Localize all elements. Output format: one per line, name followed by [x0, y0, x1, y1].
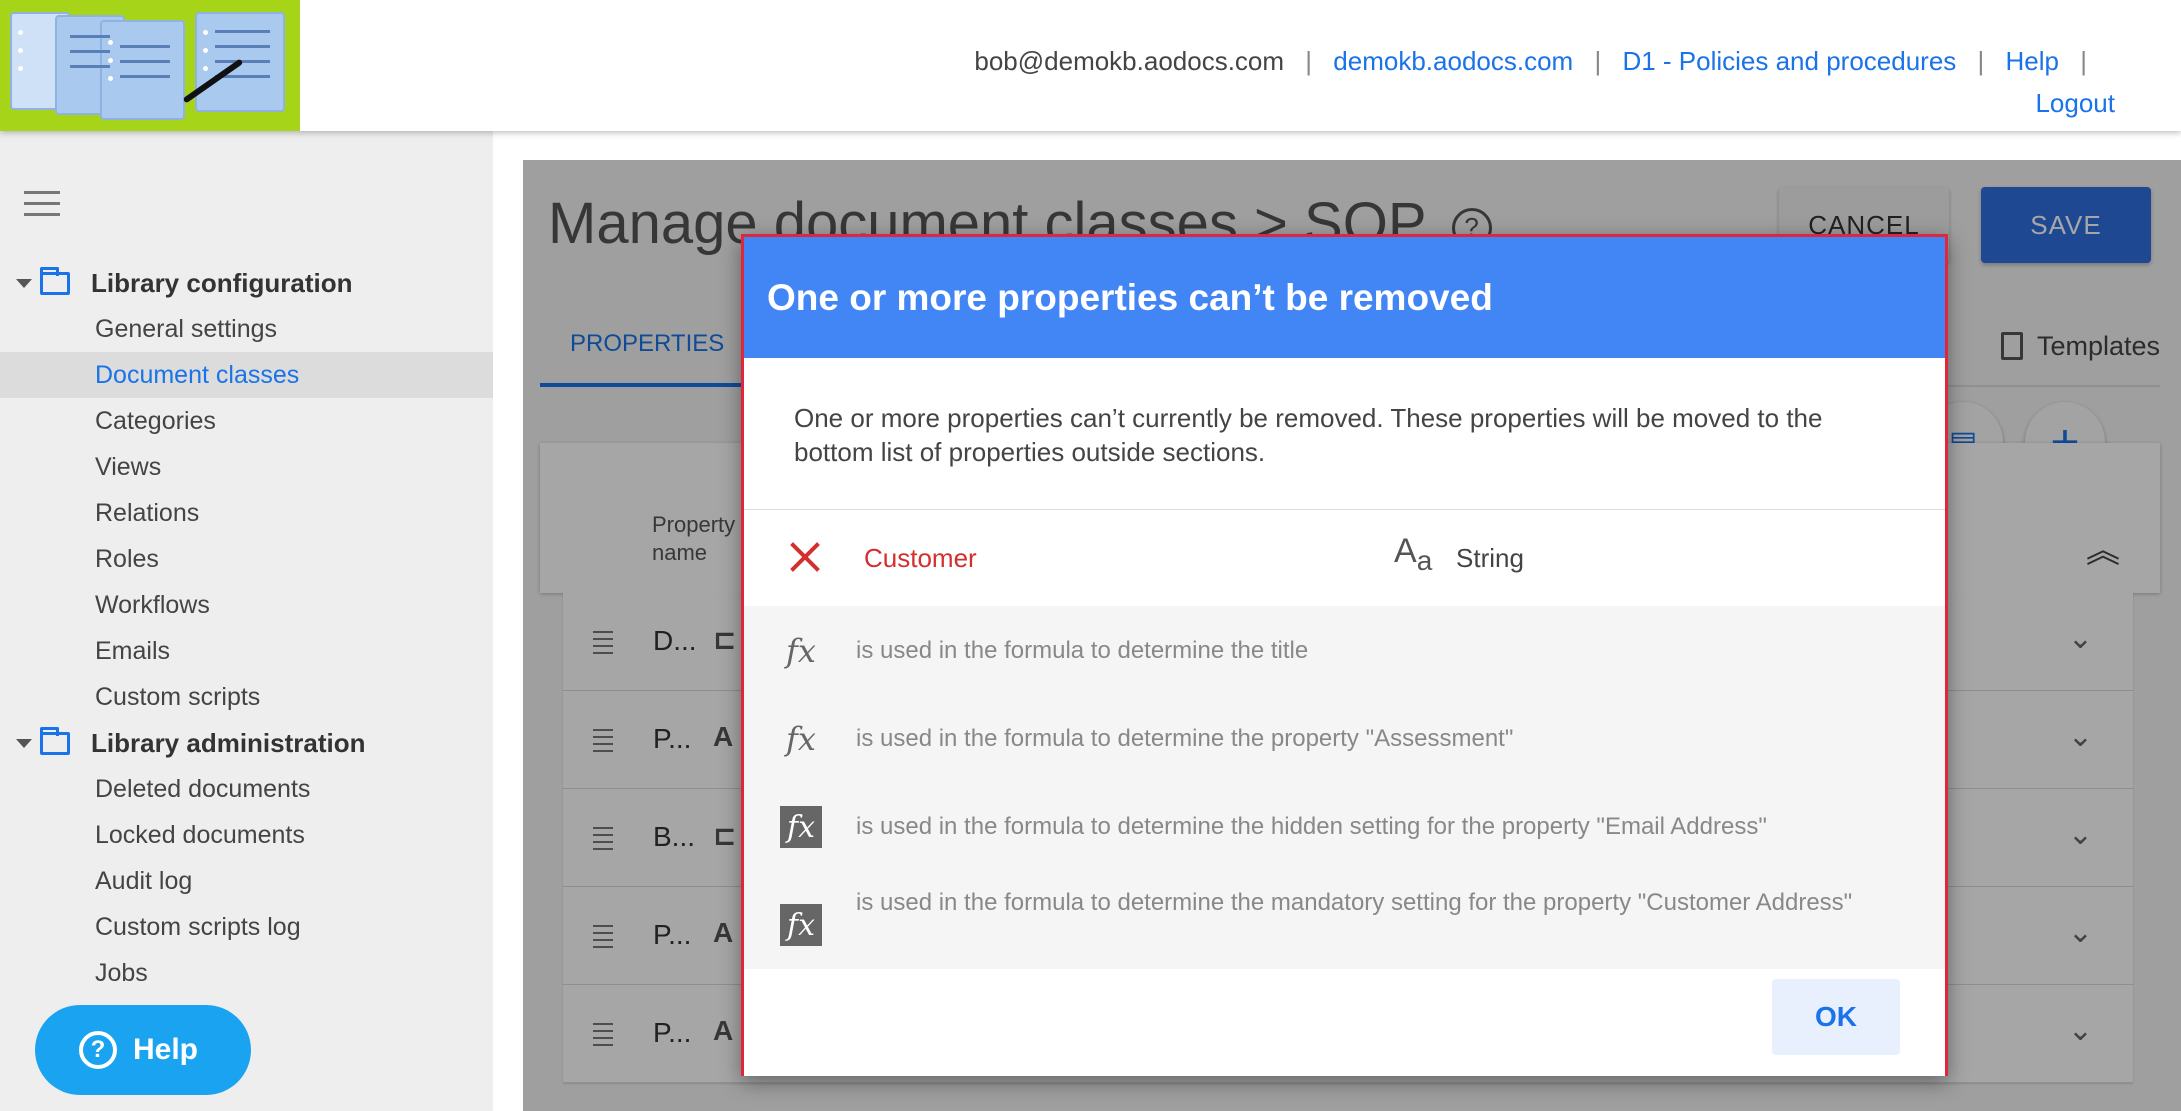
group-library-configuration[interactable]: Library configuration — [0, 260, 493, 306]
domain-link[interactable]: demokb.aodocs.com — [1333, 46, 1573, 76]
blocked-property-name: Customer — [864, 543, 977, 573]
blocked-property-row: Customer Aa String — [744, 510, 1945, 606]
expand-triangle-icon — [16, 738, 32, 748]
sidebar-item-categories[interactable]: Categories — [0, 398, 493, 444]
string-type-icon: Aa — [1394, 532, 1433, 576]
folder-icon — [40, 726, 70, 755]
formula-box-icon: fx — [780, 904, 822, 946]
dialog-footer: OK — [744, 969, 1945, 1076]
sidebar-item-jobs[interactable]: Jobs — [0, 950, 493, 996]
help-link[interactable]: Help — [2006, 46, 2059, 76]
group-library-administration[interactable]: Library administration — [0, 720, 493, 766]
sidebar-item-deleted-documents[interactable]: Deleted documents — [0, 766, 493, 812]
sidebar-item-audit-log[interactable]: Audit log — [0, 858, 493, 904]
sidebar-item-general-settings[interactable]: General settings — [0, 306, 493, 352]
folder-icon — [40, 266, 70, 295]
library-link[interactable]: D1 - Policies and procedures — [1622, 46, 1956, 76]
logout-link[interactable]: Logout — [2035, 88, 2115, 118]
formula-box-icon: fx — [780, 806, 822, 848]
sidebar-item-views[interactable]: Views — [0, 444, 493, 490]
question-icon: ? — [79, 1031, 117, 1069]
sidebar-item-document-classes[interactable]: Document classes — [0, 352, 493, 398]
blocked-property-type: String — [1456, 543, 1524, 573]
user-email: bob@demokb.aodocs.com — [974, 46, 1285, 76]
sidebar-item-custom-scripts[interactable]: Custom scripts — [0, 674, 493, 720]
dialog-title: One or more properties can’t be removed — [744, 237, 1945, 358]
sidebar: Library configuration General settings D… — [0, 131, 493, 1111]
header-links: bob@demokb.aodocs.com | demokb.aodocs.co… — [974, 46, 2115, 118]
cannot-remove-dialog: One or more properties can’t be removed … — [741, 234, 1948, 1076]
sidebar-item-workflows[interactable]: Workflows — [0, 582, 493, 628]
list-item: fx is used in the formula to determine t… — [744, 786, 1945, 876]
help-button[interactable]: ? Help — [35, 1005, 251, 1095]
list-item: fx is used in the formula to determine t… — [744, 606, 1945, 696]
ok-button[interactable]: OK — [1772, 979, 1900, 1055]
sidebar-item-roles[interactable]: Roles — [0, 536, 493, 582]
dialog-message: One or more properties can’t currently b… — [794, 403, 1823, 467]
sidebar-item-custom-scripts-log[interactable]: Custom scripts log — [0, 904, 493, 950]
sidebar-item-emails[interactable]: Emails — [0, 628, 493, 674]
app-header: bob@demokb.aodocs.com | demokb.aodocs.co… — [0, 0, 2181, 131]
formula-icon: fx — [786, 632, 816, 670]
sidebar-item-locked-documents[interactable]: Locked documents — [0, 812, 493, 858]
sidebar-item-relations[interactable]: Relations — [0, 490, 493, 536]
formula-icon: fx — [786, 720, 816, 758]
expand-triangle-icon — [16, 278, 32, 288]
aodocs-logo[interactable] — [0, 0, 300, 131]
menu-icon[interactable] — [24, 191, 60, 217]
list-item: fx is used in the formula to determine t… — [744, 876, 1945, 966]
usage-list: fx is used in the formula to determine t… — [744, 606, 1945, 969]
close-icon — [788, 540, 822, 574]
list-item: fx is used in the formula to determine t… — [744, 696, 1945, 786]
